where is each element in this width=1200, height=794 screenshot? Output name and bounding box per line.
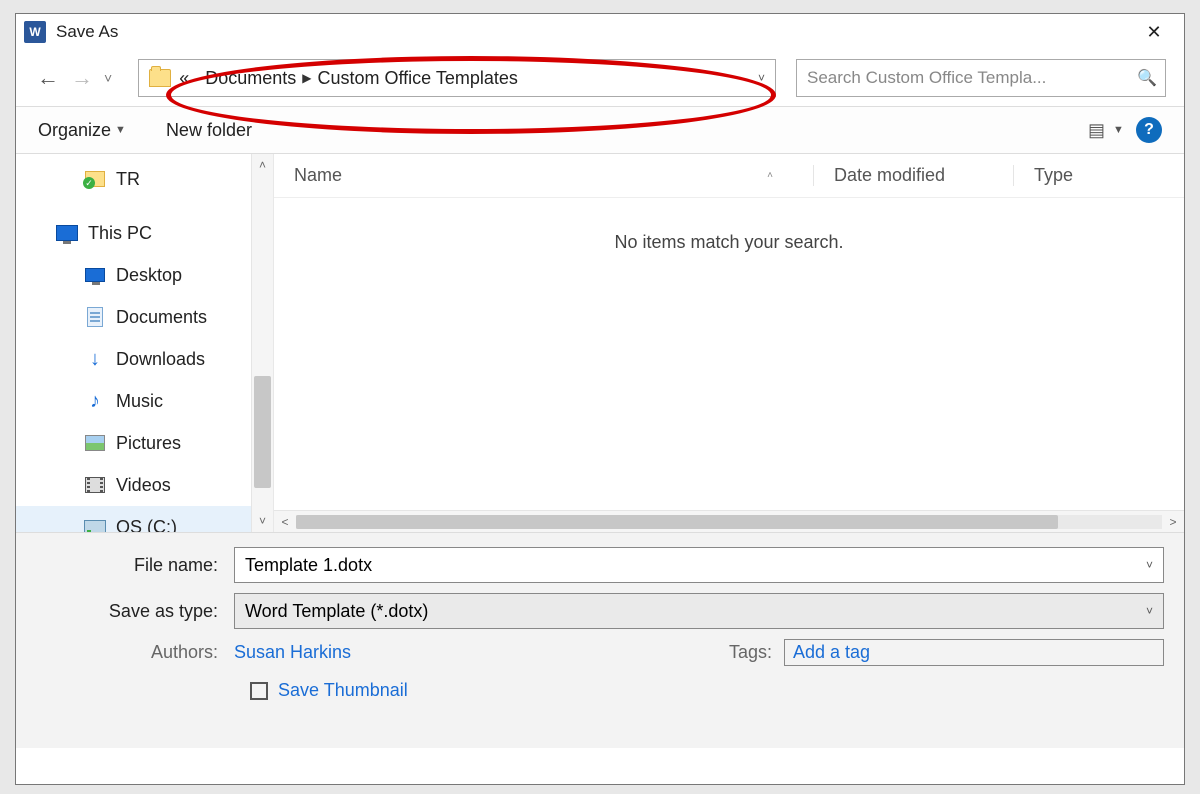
savetype-label: Save as type: bbox=[36, 601, 234, 622]
tree-item-desktop[interactable]: Desktop bbox=[16, 254, 273, 296]
column-label: Type bbox=[1034, 165, 1073, 185]
music-icon: ♪ bbox=[84, 391, 106, 411]
newfolder-label: New folder bbox=[166, 120, 252, 141]
list-header: Name ˄ Date modified Type bbox=[274, 154, 1184, 198]
window-title: Save As bbox=[56, 22, 118, 42]
column-label: Name bbox=[294, 165, 342, 186]
scroll-thumb[interactable] bbox=[254, 376, 271, 488]
column-type[interactable]: Type bbox=[1014, 165, 1184, 186]
close-button[interactable]: ✕ bbox=[1132, 17, 1176, 47]
scroll-track[interactable] bbox=[252, 176, 273, 510]
tree-item-music[interactable]: ♪ Music bbox=[16, 380, 273, 422]
tree-label: Downloads bbox=[116, 349, 205, 370]
chevron-down-icon[interactable]: ˅ bbox=[1146, 604, 1153, 618]
sort-indicator-icon: ˄ bbox=[767, 170, 773, 181]
scroll-up-icon[interactable]: ˄ bbox=[252, 154, 273, 176]
breadcrumb-dropdown[interactable]: ˅ bbox=[758, 71, 765, 85]
tags-placeholder: Add a tag bbox=[793, 642, 870, 662]
videos-icon bbox=[84, 475, 106, 495]
file-list: Name ˄ Date modified Type No items match… bbox=[274, 154, 1184, 532]
chevron-down-icon: ▼ bbox=[115, 124, 126, 136]
breadcrumb-bar[interactable]: « Documents ▶ Custom Office Templates ˅ bbox=[138, 59, 776, 97]
filename-value: Template 1.dotx bbox=[245, 555, 372, 576]
folder-synced-icon bbox=[84, 169, 106, 189]
breadcrumb-documents[interactable]: Documents bbox=[205, 68, 296, 89]
filename-label: File name: bbox=[36, 555, 234, 576]
monitor-icon bbox=[56, 223, 78, 243]
tree-scrollbar[interactable]: ˄ ˅ bbox=[251, 154, 273, 532]
breadcrumb-current[interactable]: Custom Office Templates bbox=[317, 68, 517, 89]
forward-button[interactable]: → bbox=[68, 64, 96, 92]
desktop-icon bbox=[84, 265, 106, 285]
recent-dropdown[interactable]: ˅ bbox=[102, 70, 114, 86]
tree-item-pictures[interactable]: Pictures bbox=[16, 422, 273, 464]
column-label: Date modified bbox=[834, 165, 945, 185]
filename-input[interactable]: Template 1.dotx ˅ bbox=[234, 547, 1164, 583]
tree-item-tr[interactable]: TR bbox=[16, 158, 273, 200]
view-options-button[interactable]: ▤▼ bbox=[1088, 119, 1116, 141]
new-folder-button[interactable]: New folder bbox=[166, 120, 252, 141]
chevron-right-icon[interactable]: ▶ bbox=[302, 71, 311, 85]
tree-item-thispc[interactable]: This PC bbox=[16, 212, 273, 254]
titlebar: W Save As ✕ bbox=[16, 14, 1184, 50]
scroll-track[interactable] bbox=[296, 515, 1162, 529]
word-icon: W bbox=[24, 21, 46, 43]
save-thumbnail-label[interactable]: Save Thumbnail bbox=[278, 680, 408, 701]
save-thumbnail-checkbox[interactable] bbox=[250, 682, 268, 700]
breadcrumb-overflow[interactable]: « bbox=[179, 68, 189, 89]
search-placeholder: Search Custom Office Templa... bbox=[807, 68, 1131, 88]
tree-label: This PC bbox=[88, 223, 152, 244]
scroll-right-icon[interactable]: ˃ bbox=[1162, 515, 1184, 529]
authors-value[interactable]: Susan Harkins bbox=[234, 642, 351, 663]
savetype-select[interactable]: Word Template (*.dotx) ˅ bbox=[234, 593, 1164, 629]
tree-label: Music bbox=[116, 391, 163, 412]
drive-icon bbox=[84, 517, 106, 532]
folder-tree: TR This PC Desktop Documents ↓ Downloads… bbox=[16, 154, 274, 532]
list-h-scrollbar[interactable]: ˂ ˃ bbox=[274, 510, 1184, 532]
list-empty-message: No items match your search. bbox=[274, 198, 1184, 510]
toolbar: Organize ▼ New folder ▤▼ ? bbox=[16, 106, 1184, 154]
tree-label: Videos bbox=[116, 475, 171, 496]
column-name[interactable]: Name ˄ bbox=[274, 165, 814, 186]
scroll-down-icon[interactable]: ˅ bbox=[252, 510, 273, 532]
tree-item-videos[interactable]: Videos bbox=[16, 464, 273, 506]
tree-label: TR bbox=[116, 169, 140, 190]
document-icon bbox=[84, 307, 106, 327]
tree-label: Desktop bbox=[116, 265, 182, 286]
column-date[interactable]: Date modified bbox=[814, 165, 1014, 186]
scroll-left-icon[interactable]: ˂ bbox=[274, 515, 296, 529]
tree-label: Documents bbox=[116, 307, 207, 328]
footer-panel: File name: Template 1.dotx ˅ Save as typ… bbox=[16, 532, 1184, 748]
back-button[interactable]: ← bbox=[34, 64, 62, 92]
folder-icon bbox=[149, 69, 171, 87]
savetype-value: Word Template (*.dotx) bbox=[245, 601, 428, 622]
authors-label: Authors: bbox=[36, 642, 234, 663]
search-icon[interactable]: 🔍 bbox=[1137, 68, 1155, 88]
pictures-icon bbox=[84, 433, 106, 453]
tags-input[interactable]: Add a tag bbox=[784, 639, 1164, 666]
organize-button[interactable]: Organize ▼ bbox=[38, 120, 126, 141]
nav-bar: ← → ˅ « Documents ▶ Custom Office Templa… bbox=[16, 50, 1184, 106]
download-icon: ↓ bbox=[84, 349, 106, 369]
tree-label: OS (C:) bbox=[116, 517, 177, 533]
tree-item-downloads[interactable]: ↓ Downloads bbox=[16, 338, 273, 380]
tree-label: Pictures bbox=[116, 433, 181, 454]
organize-label: Organize bbox=[38, 120, 111, 141]
chevron-down-icon[interactable]: ˅ bbox=[1146, 558, 1153, 572]
search-input[interactable]: Search Custom Office Templa... 🔍 bbox=[796, 59, 1166, 97]
tags-label: Tags: bbox=[729, 642, 772, 663]
save-as-dialog: W Save As ✕ ← → ˅ « Documents ▶ Custom O… bbox=[15, 13, 1185, 785]
scroll-thumb[interactable] bbox=[296, 515, 1058, 529]
tree-item-osc[interactable]: OS (C:) bbox=[16, 506, 273, 532]
tree-item-documents[interactable]: Documents bbox=[16, 296, 273, 338]
help-button[interactable]: ? bbox=[1136, 117, 1162, 143]
